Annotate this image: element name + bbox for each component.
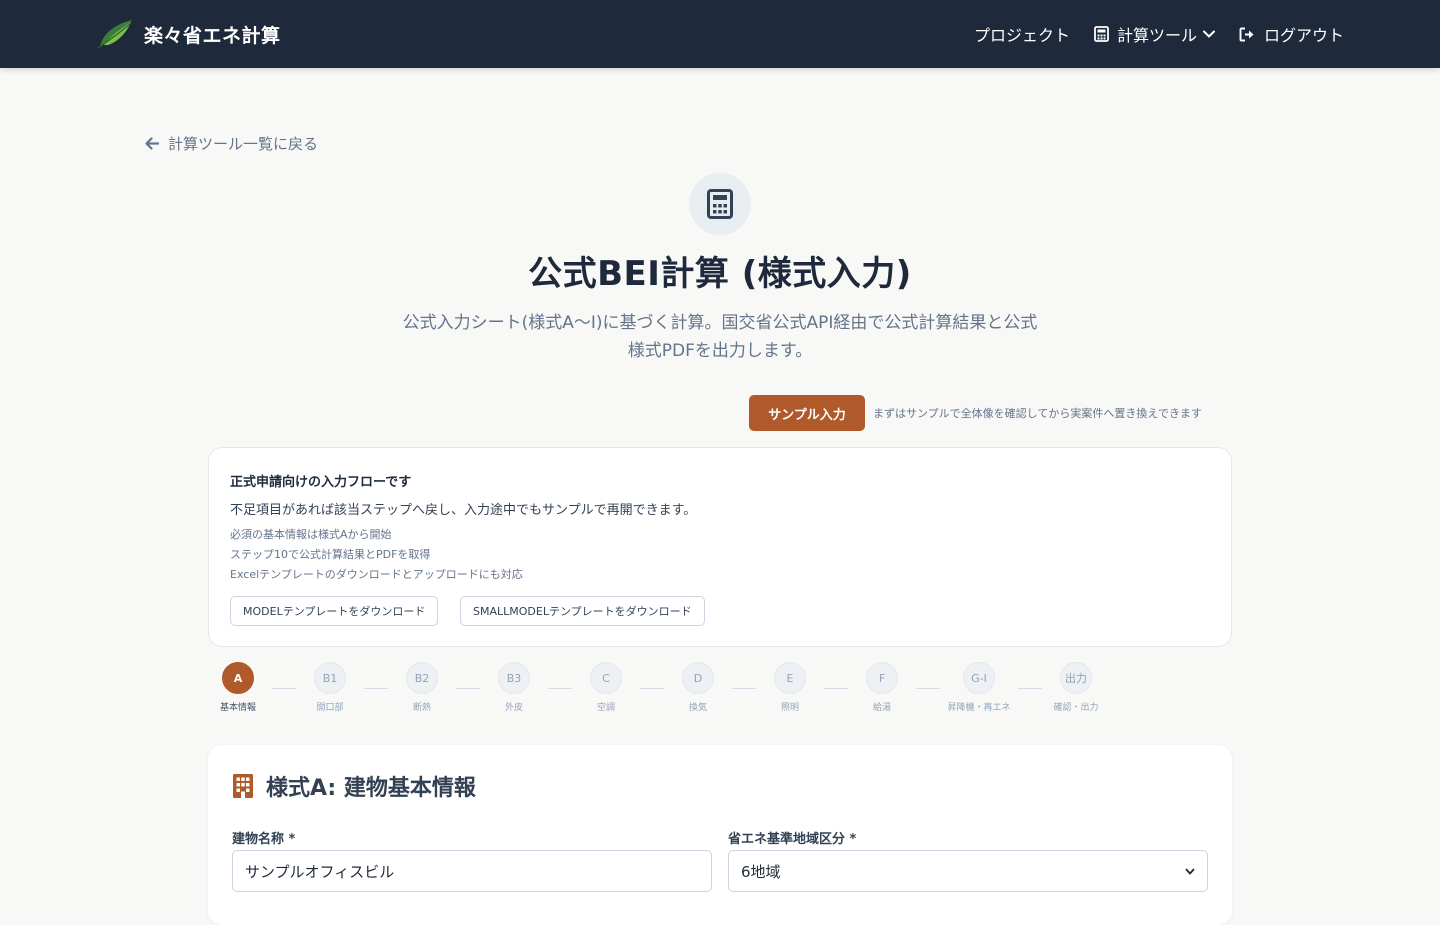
top-navbar: 楽々省エネ計算 プロジェクト 計算ツール ログアウト — [0, 0, 1440, 68]
sample-input-button[interactable]: サンプル入力 — [749, 395, 865, 431]
nav-projects[interactable]: プロジェクト — [974, 22, 1070, 46]
step-circle: B2 — [406, 662, 438, 694]
step-b1[interactable]: B1 開口部 — [290, 662, 370, 713]
step-output[interactable]: 出力 確認・出力 — [1036, 662, 1116, 713]
calculator-icon — [1094, 26, 1109, 42]
info-card-bullets: 必須の基本情報は様式Aから開始 ステップ10で公式計算結果とPDFを取得 Exc… — [230, 525, 523, 585]
step-circle: A — [222, 662, 254, 694]
hero-icon-badge — [689, 173, 751, 235]
sign-out-icon — [1239, 27, 1254, 41]
nav-logout-label: ログアウト — [1263, 26, 1344, 45]
step-b3[interactable]: B3 外皮 — [474, 662, 554, 713]
step-b2[interactable]: B2 断熱 — [382, 662, 462, 713]
nav-tools-label: 計算ツール — [1116, 26, 1197, 45]
calculator-icon — [707, 189, 733, 219]
flow-info-card: 正式申請向けの入力フローです 不足項目があれば該当ステップへ戻し、入力途中でもサ… — [208, 447, 1232, 647]
step-circle: C — [590, 662, 622, 694]
page-title: 公式BEI計算 (様式入力) — [528, 254, 912, 294]
step-circle: G-I — [963, 662, 995, 694]
page-subtitle-line2: 様式PDFを出力します。 — [627, 341, 813, 361]
step-a[interactable]: A 基本情報 — [198, 662, 278, 713]
info-bullet: 必須の基本情報は様式Aから開始 — [230, 528, 392, 541]
step-progress: A 基本情報 B1 開口部 B2 断熱 B3 外皮 C 空調 D 換気 E 照明… — [208, 662, 1232, 718]
arrow-left-icon — [145, 137, 159, 150]
main-nav: プロジェクト 計算ツール ログアウト — [950, 0, 1344, 68]
info-card-description: 不足項目があれば該当ステップへ戻し、入力途中でもサンプルで再開できます。 — [230, 503, 697, 518]
step-circle: B3 — [498, 662, 530, 694]
info-bullet: Excelテンプレートのダウンロードとアップロードにも対応 — [230, 568, 523, 581]
page-subtitle: 公式入力シート(様式A〜I)に基づく計算。国交省公式API経由で公式計算結果と公… — [380, 309, 1060, 365]
info-card-title: 正式申請向けの入力フローです — [230, 475, 412, 490]
step-circle: E — [774, 662, 806, 694]
step-label: 確認・出力 — [1053, 703, 1099, 713]
info-bullet: ステップ10で公式計算結果とPDFを取得 — [230, 548, 431, 561]
building-name-label: 建物名称 * — [232, 832, 296, 847]
step-c[interactable]: C 空調 — [566, 662, 646, 713]
step-circle: B1 — [314, 662, 346, 694]
step-circle: 出力 — [1060, 662, 1092, 694]
step-e[interactable]: E 照明 — [750, 662, 830, 713]
brand-name: 楽々省エネ計算 — [144, 24, 281, 47]
step-g-i[interactable]: G-I 昇降機・再エネ — [939, 662, 1019, 713]
download-model-template-button[interactable]: MODELテンプレートをダウンロード — [230, 596, 439, 626]
nav-tools-dropdown[interactable]: 計算ツール — [1094, 22, 1215, 46]
region-select[interactable]: 6地域 — [728, 850, 1208, 892]
region-label: 省エネ基準地域区分 * — [728, 832, 857, 847]
nav-projects-label: プロジェクト — [973, 26, 1070, 45]
step-label: 断熱 — [412, 703, 431, 713]
step-label: 昇降機・再エネ — [947, 703, 1011, 713]
back-to-tools-link[interactable]: 計算ツール一覧に戻る — [145, 133, 318, 154]
leaf-logo — [97, 20, 132, 49]
step-circle: F — [866, 662, 898, 694]
back-link-label: 計算ツール一覧に戻る — [168, 135, 319, 153]
region-select-value: 6地域 — [741, 862, 781, 881]
chevron-down-icon — [1202, 30, 1215, 38]
step-label: 空調 — [596, 703, 615, 713]
form-title: 様式A: 建物基本情報 — [232, 770, 476, 802]
nav-logout[interactable]: ログアウト — [1239, 22, 1344, 46]
chevron-down-icon — [1185, 867, 1195, 875]
form-a-card: 様式A: 建物基本情報 建物名称 * 省エネ基準地域区分 * 6地域 — [208, 745, 1232, 925]
step-label: 給湯 — [872, 703, 891, 713]
building-name-input[interactable] — [232, 850, 712, 892]
step-label: 換気 — [688, 703, 707, 713]
step-connector — [916, 688, 940, 689]
step-label: 開口部 — [316, 703, 344, 713]
form-title-text: 様式A: 建物基本情報 — [266, 776, 476, 801]
brand[interactable]: 楽々省エネ計算 — [96, 16, 281, 52]
step-label: 外皮 — [504, 703, 523, 713]
page-subtitle-line1: 公式入力シート(様式A〜I)に基づく計算。国交省公式API経由で公式計算結果と公… — [402, 313, 1038, 333]
building-icon — [233, 774, 253, 798]
step-d[interactable]: D 換気 — [658, 662, 738, 713]
step-f[interactable]: F 給湯 — [842, 662, 922, 713]
sample-note: まずはサンプルで全体像を確認してから実案件へ置き換えできます — [873, 407, 1203, 420]
download-smallmodel-template-button[interactable]: SMALLMODELテンプレートをダウンロード — [460, 596, 705, 626]
step-label: 基本情報 — [219, 703, 256, 713]
step-label: 照明 — [780, 703, 799, 713]
step-circle: D — [682, 662, 714, 694]
